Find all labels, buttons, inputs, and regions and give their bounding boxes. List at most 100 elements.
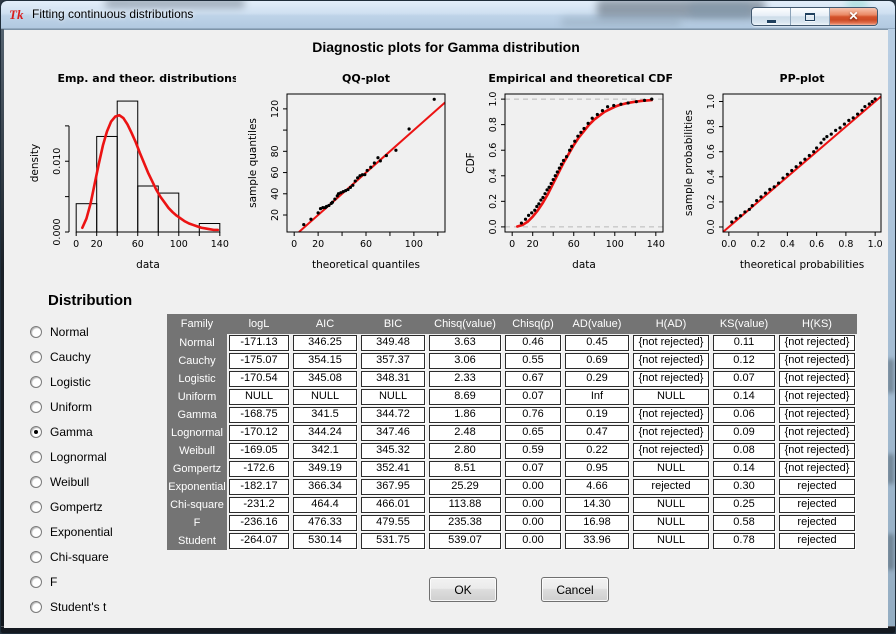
plot-cdfs: Empirical and theoretical CDFs0206010014… [457,66,672,278]
radio-option-cauchy[interactable]: Cauchy [30,344,113,369]
aero-blur-decoration [887,359,894,393]
table-row: Exponential-182.17366.34367.9525.290.004… [167,478,857,496]
table-header-cell: logL [227,318,291,330]
radio-icon[interactable] [30,401,42,413]
radio-icon[interactable] [30,526,42,538]
svg-text:0.8: 0.8 [488,117,499,132]
radio-label: Chi-square [50,550,109,564]
table-cell: 0.65 [505,425,561,441]
radio-icon[interactable] [30,351,42,363]
ok-button[interactable]: OK [429,577,497,602]
family-cell: Normal [167,334,227,352]
radio-label: F [50,575,57,589]
radio-icon[interactable] [30,501,42,513]
radio-label: Logistic [50,375,91,389]
svg-text:20: 20 [270,209,281,221]
radio-icon[interactable] [30,476,42,488]
radio-icon[interactable] [30,326,42,338]
radio-icon[interactable] [30,601,42,613]
table-cell: -172.6 [229,461,289,477]
minimize-button[interactable] [752,8,791,25]
svg-text:0.0: 0.0 [706,219,717,234]
svg-text:140: 140 [647,239,665,250]
svg-text:60: 60 [132,239,144,250]
table-cell: 2.48 [429,425,501,441]
plot-title: Empirical and theoretical CDFs [488,72,672,85]
table-header-row: FamilylogLAICBICChisq(value)Chisq(p)AD(v… [167,314,857,334]
radio-option-lognormal[interactable]: Lognormal [30,444,113,469]
table-cell: 345.08 [293,371,357,387]
family-cell: Weibull [167,442,227,460]
table-cell: {not rejected} [779,443,855,459]
radio-icon[interactable] [30,426,42,438]
table-cell: NULL [361,389,425,405]
svg-text:0.2: 0.2 [751,239,766,250]
table-cell: 0.69 [565,353,629,369]
radio-option-logistic[interactable]: Logistic [30,369,113,394]
family-cell: Uniform [167,388,227,406]
table-cell: 357.37 [361,353,425,369]
svg-text:0.8: 0.8 [838,239,853,250]
radio-option-f[interactable]: F [30,569,113,594]
svg-text:0.0: 0.0 [721,239,736,250]
svg-text:20: 20 [312,239,324,250]
radio-option-normal[interactable]: Normal [30,319,113,344]
table-cell: -175.07 [229,353,289,369]
maximize-button[interactable] [791,8,830,25]
table-cell: {not rejected} [779,353,855,369]
radio-option-student-s-t[interactable]: Student's t [30,594,113,619]
radio-option-gamma[interactable]: Gamma [30,419,113,444]
svg-text:0.6: 0.6 [488,143,499,158]
titlebar[interactable]: Tk Fitting continuous distributions ✕ [1,1,895,29]
table-cell: NULL [633,497,709,513]
y-axis-label: CDF [465,152,477,173]
table-cell: 25.29 [429,479,501,495]
close-button[interactable]: ✕ [830,8,877,25]
radio-option-uniform[interactable]: Uniform [30,394,113,419]
svg-text:100: 100 [405,239,423,250]
svg-text:60: 60 [360,239,372,250]
svg-text:0.2: 0.2 [706,194,717,209]
table-cell: 342.1 [293,443,357,459]
table-row: UniformNULLNULLNULL8.690.07InfNULL0.14{n… [167,388,857,406]
table-cell: 8.51 [429,461,501,477]
table-cell: 344.72 [361,407,425,423]
radio-icon[interactable] [30,576,42,588]
radio-label: Exponential [50,525,113,539]
radio-option-exponential[interactable]: Exponential [30,519,113,544]
table-cell: 0.12 [713,353,775,369]
axes: 020601001400.0000.010 [52,126,229,250]
svg-text:100: 100 [170,239,188,250]
table-cell: NULL [633,389,709,405]
family-cell: Lognormal [167,424,227,442]
svg-text:1.0: 1.0 [868,239,883,250]
x-axis-label: data [572,259,596,271]
table-row: Gamma-168.75341.5344.721.860.760.19{not … [167,406,857,424]
table-cell: 33.96 [565,533,629,549]
radio-option-weibull[interactable]: Weibull [30,469,113,494]
window-title: Fitting continuous distributions [32,1,193,29]
table-cell: 0.45 [565,335,629,351]
radio-option-chi-square[interactable]: Chi-square [30,544,113,569]
radio-icon[interactable] [30,551,42,563]
radio-icon[interactable] [30,376,42,388]
table-cell: 531.75 [361,533,425,549]
svg-text:100: 100 [606,239,624,250]
cancel-button[interactable]: Cancel [541,577,609,602]
radio-icon[interactable] [30,451,42,463]
table-row: Cauchy-175.07354.15357.373.060.550.69{no… [167,352,857,370]
svg-text:0.4: 0.4 [780,239,795,250]
svg-text:0.010: 0.010 [52,148,63,175]
table-cell: 8.69 [429,389,501,405]
radio-label: Lognormal [50,450,107,464]
table-cell: 476.33 [293,515,357,531]
table-header-cell: H(AD) [631,318,711,330]
table-cell: 0.47 [565,425,629,441]
table-row: F-236.16476.33479.55235.380.0016.98NULL0… [167,514,857,532]
table-cell: -182.17 [229,479,289,495]
table-cell: 0.14 [713,461,775,477]
table-row: Weibull-169.05342.1345.322.800.590.22{no… [167,442,857,460]
radio-option-gompertz[interactable]: Gompertz [30,494,113,519]
dialog-window: Tk Fitting continuous distributions ✕ Di… [0,0,896,634]
table-cell: 347.46 [361,425,425,441]
